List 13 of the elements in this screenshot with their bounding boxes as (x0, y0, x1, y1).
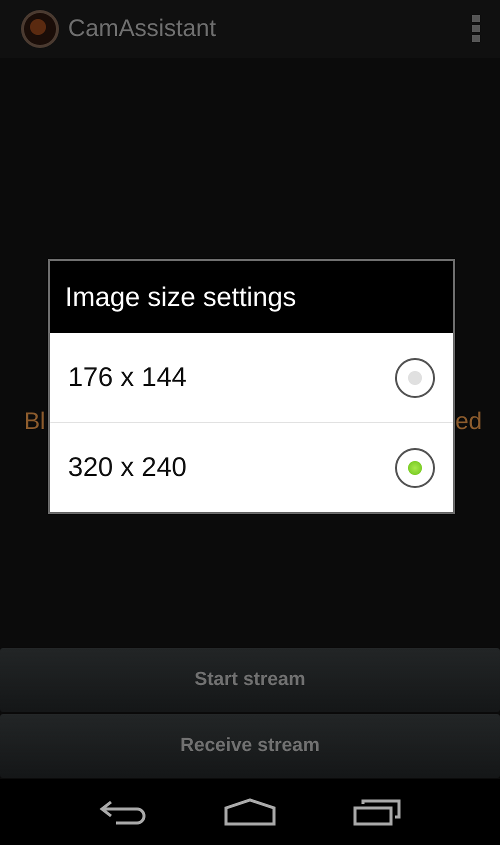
option-label[interactable]: 176 x 144 (68, 362, 187, 393)
back-icon[interactable] (98, 798, 147, 826)
status-text: Bl (24, 408, 46, 436)
recent-apps-icon[interactable] (353, 798, 402, 826)
app-logo-icon (20, 9, 60, 49)
status-text: ed (455, 408, 482, 436)
home-icon[interactable] (224, 798, 276, 826)
app-title: CamAssistant (68, 15, 218, 43)
option-label[interactable]: 320 x 240 (68, 452, 187, 483)
dialog-title: Image size settings (50, 261, 453, 333)
menu-icon[interactable] (472, 15, 480, 43)
radio-button[interactable] (395, 358, 435, 398)
radio-button[interactable] (395, 448, 435, 488)
